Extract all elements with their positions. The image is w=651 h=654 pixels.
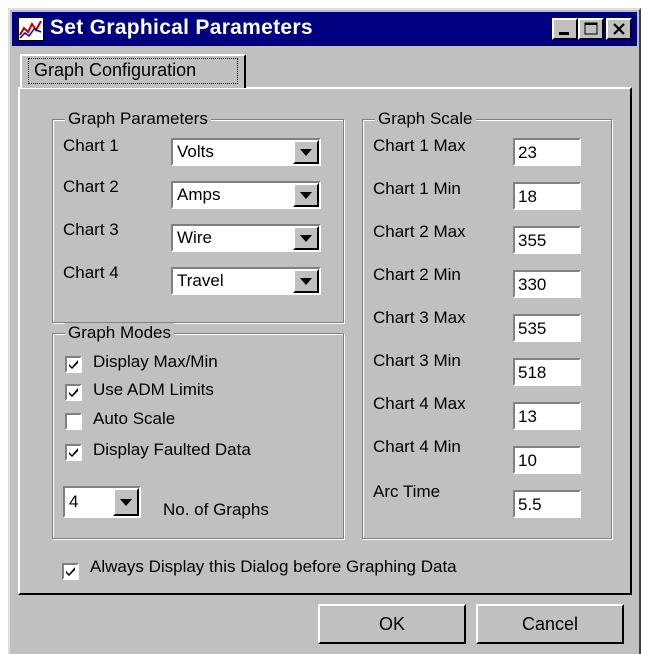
- cancel-label: Cancel: [521, 614, 579, 634]
- chart-icon: [18, 17, 44, 41]
- tab-graph-configuration[interactable]: Graph Configuration: [20, 54, 246, 88]
- close-icon: [613, 23, 625, 35]
- chart-3-max-input[interactable]: 535: [513, 314, 581, 342]
- chevron-down-icon: [300, 192, 312, 199]
- minimize-icon: [559, 32, 569, 35]
- chart-3-min-label: Chart 3 Min: [373, 351, 461, 370]
- cancel-button[interactable]: Cancel: [476, 604, 624, 644]
- minimize-button[interactable]: [552, 18, 578, 40]
- title-bar[interactable]: Set Graphical Parameters: [12, 12, 637, 46]
- chart-4-max-label: Chart 4 Max: [373, 394, 466, 413]
- dropdown-button[interactable]: [293, 226, 319, 250]
- input-value: 330: [518, 275, 547, 294]
- num-graphs-label: No. of Graphs: [163, 500, 269, 519]
- arc-time-label: Arc Time: [373, 482, 441, 501]
- use-adm-limits-label: Use ADM Limits: [93, 380, 214, 399]
- chart-2-max-input[interactable]: 355: [513, 226, 581, 254]
- chart-1-min-input[interactable]: 18: [513, 182, 581, 210]
- chevron-down-icon: [300, 235, 312, 242]
- num-graphs-select[interactable]: 4: [63, 486, 141, 518]
- chart-3-max-label: Chart 3 Max: [373, 308, 466, 327]
- use-adm-limits-checkbox[interactable]: [65, 384, 82, 401]
- chart-3-select[interactable]: Wire: [171, 224, 321, 252]
- tab-label: Graph Configuration: [34, 60, 197, 80]
- display-max-min-label: Display Max/Min: [93, 352, 218, 371]
- close-button[interactable]: [606, 18, 632, 40]
- chart-2-min-label: Chart 2 Min: [373, 265, 461, 284]
- ok-button[interactable]: OK: [318, 604, 466, 644]
- combo-value: 4: [69, 492, 79, 511]
- dialog-window: Set Graphical Parameters Graph Configura…: [8, 8, 641, 654]
- chart-3-label: Chart 3: [63, 220, 119, 239]
- graph-scale-group: Graph Scale Chart 1 Max 23 Chart 1 Min 1…: [362, 109, 612, 539]
- chart-1-max-label: Chart 1 Max: [373, 136, 466, 155]
- checkmark-icon: [69, 448, 78, 457]
- input-value: 10: [518, 451, 537, 470]
- chart-3-min-input[interactable]: 518: [513, 358, 581, 386]
- chart-2-min-input[interactable]: 330: [513, 270, 581, 298]
- maximize-icon: [584, 22, 598, 35]
- input-value: 13: [518, 407, 537, 426]
- chart-4-min-label: Chart 4 Min: [373, 437, 461, 456]
- chart-2-select[interactable]: Amps: [171, 181, 321, 209]
- window-title: Set Graphical Parameters: [50, 16, 313, 39]
- group-title: Graph Modes: [65, 323, 174, 343]
- display-faulted-data-checkbox[interactable]: [65, 444, 82, 461]
- chart-2-max-label: Chart 2 Max: [373, 222, 466, 241]
- display-max-min-checkbox[interactable]: [65, 356, 82, 373]
- group-title: Graph Parameters: [65, 109, 211, 129]
- combo-value: Wire: [177, 228, 212, 247]
- dropdown-button[interactable]: [293, 183, 319, 207]
- checkmark-icon: [69, 360, 78, 369]
- checkmark-icon: [66, 567, 75, 576]
- chart-1-label: Chart 1: [63, 136, 119, 155]
- chart-2-label: Chart 2: [63, 177, 119, 196]
- input-value: 23: [518, 143, 537, 162]
- chevron-down-icon: [300, 149, 312, 156]
- ok-label: OK: [378, 614, 405, 634]
- chart-4-min-input[interactable]: 10: [513, 446, 581, 474]
- combo-value: Travel: [177, 271, 224, 290]
- tab-panel: Graph Parameters Chart 1 Volts Chart 2 A…: [18, 87, 632, 595]
- graph-parameters-group: Graph Parameters Chart 1 Volts Chart 2 A…: [52, 109, 344, 323]
- always-display-label: Always Display this Dialog before Graphi…: [90, 557, 457, 576]
- input-value: 535: [518, 319, 547, 338]
- dropdown-button[interactable]: [293, 140, 319, 164]
- chevron-down-icon: [120, 499, 132, 506]
- chart-1-max-input[interactable]: 23: [513, 138, 581, 166]
- display-faulted-data-label: Display Faulted Data: [93, 440, 251, 459]
- arc-time-input[interactable]: 5.5: [513, 490, 581, 518]
- dropdown-button[interactable]: [113, 488, 139, 516]
- graph-modes-group: Graph Modes Display Max/Min Use ADM Limi…: [52, 323, 344, 539]
- always-display-checkbox[interactable]: [62, 563, 79, 580]
- combo-value: Amps: [177, 185, 221, 204]
- chart-4-max-input[interactable]: 13: [513, 402, 581, 430]
- chart-1-min-label: Chart 1 Min: [373, 179, 461, 198]
- input-value: 518: [518, 363, 547, 382]
- maximize-button[interactable]: [578, 18, 604, 40]
- chart-4-select[interactable]: Travel: [171, 267, 321, 295]
- auto-scale-checkbox[interactable]: [65, 413, 82, 430]
- auto-scale-label: Auto Scale: [93, 409, 176, 428]
- input-value: 5.5: [518, 495, 542, 514]
- input-value: 18: [518, 187, 537, 206]
- input-value: 355: [518, 231, 547, 250]
- dropdown-button[interactable]: [293, 269, 319, 293]
- group-title: Graph Scale: [375, 109, 476, 129]
- combo-value: Volts: [177, 142, 214, 161]
- chart-4-label: Chart 4: [63, 263, 119, 282]
- checkmark-icon: [69, 388, 78, 397]
- chart-1-select[interactable]: Volts: [171, 138, 321, 166]
- chevron-down-icon: [300, 278, 312, 285]
